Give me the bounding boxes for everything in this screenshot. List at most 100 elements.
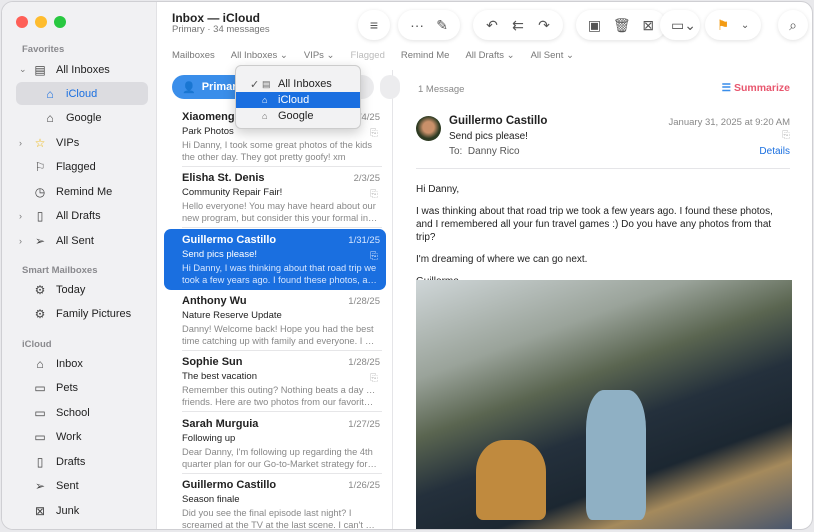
message-row[interactable]: Sarah Murguia 1/27/25 Following up Dear … (164, 413, 386, 474)
more-icon[interactable]: ··· (405, 17, 429, 33)
attachment-icon: ⎘ (370, 189, 378, 201)
label: Drafts (56, 455, 86, 468)
attachment-icon: ⎘ (370, 373, 378, 385)
reply-icon[interactable]: ↶ (481, 17, 503, 34)
star-icon: ☆ (34, 135, 46, 150)
sidebar-item-work[interactable]: ▭ Work (16, 425, 148, 448)
message-row[interactable]: Sophie Sun 1/28/25 The best vacation ⎘ R… (164, 351, 386, 413)
avatar (416, 116, 441, 141)
summarize-icon: ☰ (721, 82, 734, 94)
date: 1/31/25 (348, 234, 380, 246)
icloud-header: iCloud (22, 339, 52, 350)
label: School (56, 406, 90, 419)
folder-icon: ▭⌄ (671, 16, 696, 33)
tray-icon: ⌂ (46, 110, 54, 125)
remind-me-button[interactable]: Remind Me (401, 50, 450, 61)
preview: the other day. They got pretty goofy! xm (182, 152, 346, 162)
flag-icon[interactable]: ⚑ (712, 17, 735, 34)
menu-item-icloud[interactable]: ⌂ iCloud (236, 92, 360, 108)
label: Sent (56, 479, 79, 492)
search-button[interactable]: ⌕ (778, 10, 808, 40)
chevron-right-icon[interactable]: › (19, 236, 22, 246)
sidebar-item-icloud[interactable]: ⌂ iCloud (16, 82, 148, 105)
label: Today (56, 283, 86, 296)
reply-group: ↶ ⇇ ↷ (473, 10, 563, 40)
document-icon: ▯ (36, 208, 44, 223)
chevron-right-icon[interactable]: › (19, 211, 22, 221)
tray-icon: ⌂ (36, 356, 44, 371)
paperplane-icon: ➢ (34, 478, 46, 493)
mailboxes-button[interactable]: Mailboxes (172, 50, 215, 61)
zoom-button[interactable] (54, 16, 66, 28)
forward-icon[interactable]: ↷ (533, 17, 555, 34)
details-link[interactable]: Details (759, 146, 790, 157)
sidebar-item-school[interactable]: ▭ School (16, 401, 148, 424)
attached-photo[interactable] (416, 280, 792, 529)
filter-button[interactable]: ≡ (358, 10, 390, 40)
page-subtitle: Primary · 34 messages (172, 24, 270, 35)
menu-item-all-inboxes[interactable]: ✓ ▤ All Inboxes (236, 76, 360, 92)
close-button[interactable] (16, 16, 28, 28)
body-paragraph: I'm dreaming of where we can go next. (416, 254, 588, 265)
all-sent-button[interactable]: All Sent ⌄ (531, 50, 574, 61)
chevron-down-icon[interactable]: ⌄ (736, 20, 754, 31)
label: Family Pictures (56, 307, 132, 320)
flagged-button[interactable]: Flagged (351, 50, 385, 61)
sidebar-item-today[interactable]: ⚙ Today (16, 278, 148, 301)
all-inboxes-button[interactable]: All Inboxes ⌄ (231, 50, 288, 61)
junk-icon[interactable]: ⊠ (637, 17, 659, 34)
sidebar-item-all-drafts[interactable]: › ▯ All Drafts (16, 204, 148, 227)
sidebar-item-sent[interactable]: ➢ Sent (16, 474, 148, 497)
sidebar-item-flagged[interactable]: ⚐ Flagged (16, 155, 148, 178)
folder-icon: ▭ (34, 405, 46, 420)
label: Junk (56, 504, 80, 517)
message-row[interactable]: Guillermo Castillo 1/26/25 Season finale… (164, 474, 386, 529)
favorites-bar: Mailboxes All Inboxes ⌄ VIPs ⌄ Flagged R… (172, 50, 574, 61)
trash-icon[interactable]: 🗑 (608, 17, 636, 34)
label: iCloud (66, 87, 98, 100)
sidebar-item-drafts[interactable]: ▯ Drafts (16, 450, 148, 473)
label: Remind Me (56, 185, 113, 198)
date: 1/28/25 (348, 357, 380, 369)
sidebar-item-remind-me[interactable]: ◷ Remind Me (16, 180, 148, 203)
message-row[interactable]: Elisha St. Denis 2/3/25 Community Repair… (164, 167, 386, 229)
vips-button[interactable]: VIPs ⌄ (304, 50, 335, 61)
sidebar-item-pets[interactable]: ▭ Pets (16, 376, 148, 399)
chevron-right-icon[interactable]: › (19, 138, 22, 148)
preview: Dear Danny, I'm following up regarding t… (182, 446, 373, 457)
message-row[interactable]: Anthony Wu 1/28/25 Nature Reserve Update… (164, 290, 386, 351)
message-row[interactable]: Guillermo Castillo 1/31/25 Send pics ple… (164, 228, 386, 290)
move-button[interactable]: ▭⌄ (660, 10, 700, 40)
tray-stack-icon: ▤ (34, 62, 46, 77)
preview: Hi Danny, I took some great photos of th… (182, 140, 372, 150)
search-icon: ⌕ (789, 16, 797, 33)
label: All Inboxes (56, 63, 110, 76)
junk-icon: ⊠ (34, 503, 46, 518)
menu-item-google[interactable]: ⌂ Google (236, 108, 360, 124)
flag-icon: ⚐ (34, 159, 46, 174)
sidebar: Favorites ⌄ ▤ All Inboxes ⌂ iCloud ⌂ Google … (2, 2, 157, 529)
sidebar-item-vips[interactable]: › ☆ VIPs (16, 131, 148, 154)
subject: Season finale (182, 493, 240, 505)
smart-mailboxes-header: Smart Mailboxes (22, 265, 98, 276)
reply-all-icon[interactable]: ⇇ (507, 17, 529, 34)
summarize-button[interactable]: ☰ Summarize (722, 82, 790, 94)
recipient: Danny Rico (467, 146, 520, 157)
chevron-down-icon[interactable]: ⌄ (19, 64, 27, 75)
sidebar-item-inbox[interactable]: ⌂ Inbox (16, 352, 148, 375)
sidebar-item-all-inboxes[interactable]: ⌄ ▤ All Inboxes (16, 58, 148, 81)
all-drafts-button[interactable]: All Drafts ⌄ (465, 50, 514, 61)
sidebar-item-google[interactable]: ⌂ Google (16, 106, 148, 129)
subject: Nature Reserve Update (182, 309, 282, 321)
minimize-button[interactable] (35, 16, 47, 28)
subject: The best vacation (182, 371, 257, 383)
sidebar-item-family-pictures[interactable]: ⚙ Family Pictures (16, 302, 148, 325)
archive-icon[interactable]: ▣ (583, 17, 606, 34)
sidebar-item-all-sent[interactable]: › ➢ All Sent (16, 229, 148, 252)
compose-icon[interactable]: ✎ (431, 17, 453, 34)
date: 1/27/25 (348, 418, 380, 430)
preview: Hi Danny, I was thinking about that road… (182, 262, 377, 273)
sidebar-item-junk[interactable]: ⊠ Junk (16, 499, 148, 522)
preview: new program, but consider this your form… (182, 213, 378, 224)
preview: Did you see the final episode last night… (182, 507, 352, 518)
